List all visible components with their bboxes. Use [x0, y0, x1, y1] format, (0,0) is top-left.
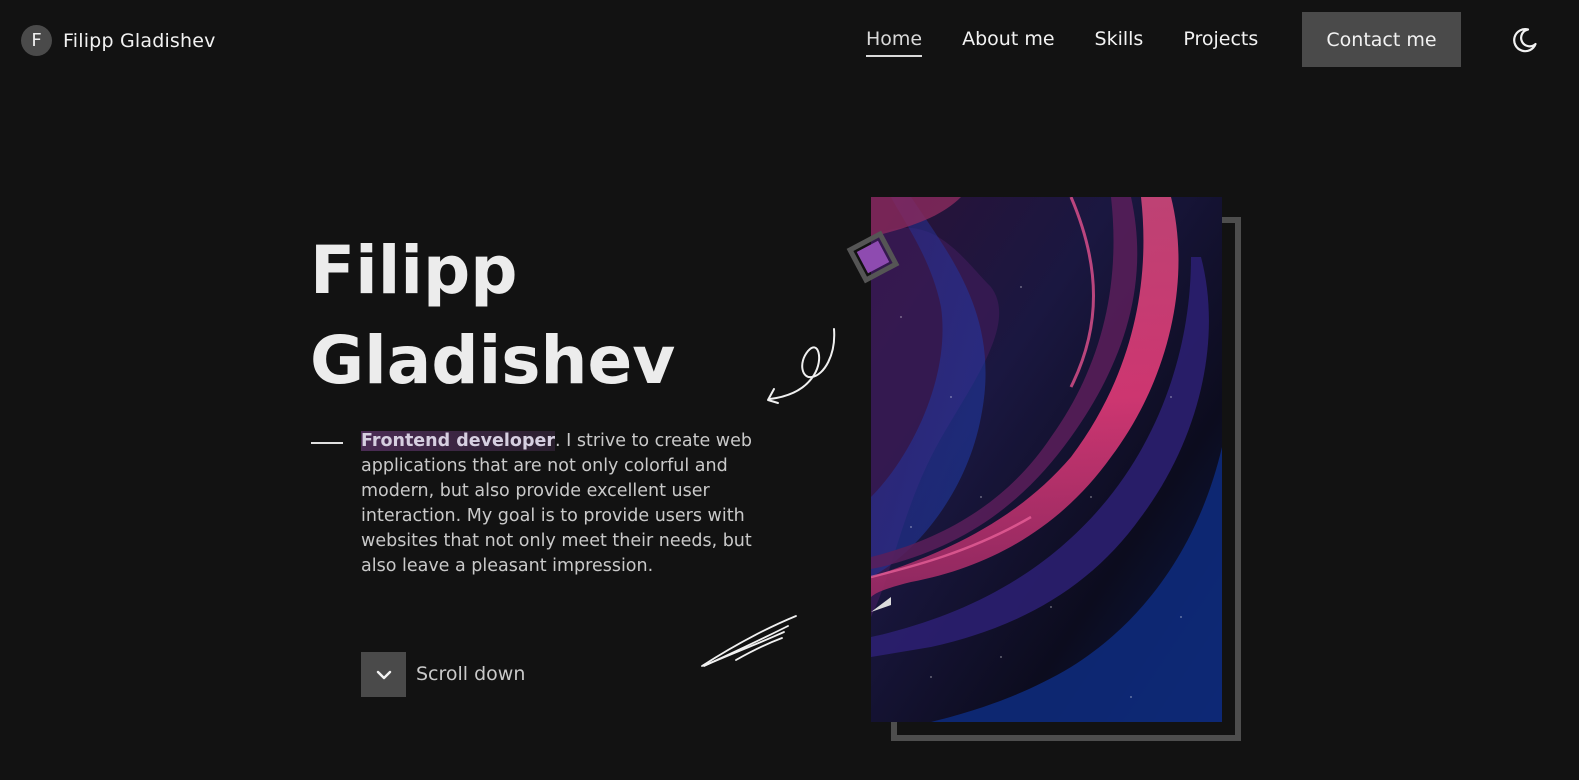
scribble-doodle	[701, 615, 797, 667]
contact-button[interactable]: Contact me	[1302, 12, 1461, 67]
site-header: F Filipp Gladishev Home About me Skills …	[0, 0, 1579, 80]
decorative-square-shape	[846, 230, 900, 284]
nav-home-link[interactable]: Home	[866, 27, 923, 57]
brand-avatar: F	[21, 25, 52, 56]
moon-icon	[1513, 28, 1537, 53]
role-highlight: Frontend developer	[361, 431, 555, 451]
main-nav: Home About me Skills Projects	[866, 27, 1298, 57]
brand-name: Filipp Gladishev	[63, 29, 216, 52]
nav-projects-link[interactable]: Projects	[1183, 27, 1258, 57]
scroll-down-button[interactable]	[361, 652, 406, 697]
nav-about-link[interactable]: About me	[962, 27, 1054, 57]
chevron-down-icon	[376, 670, 391, 679]
abstract-fluid-art-image	[871, 197, 1222, 722]
curly-arrow-doodle	[767, 328, 836, 404]
brand[interactable]: F Filipp Gladishev	[21, 25, 216, 56]
hero-title-first-name: Filipp	[310, 232, 518, 309]
scroll-down-label[interactable]: Scroll down	[416, 663, 525, 685]
hero-title: Filipp Gladishev	[310, 226, 675, 406]
hero-title-last-name: Gladishev	[310, 322, 676, 399]
nav-skills-link[interactable]: Skills	[1095, 27, 1144, 57]
description-dash	[311, 442, 343, 444]
theme-toggle-button[interactable]	[1511, 26, 1539, 54]
description-text: . I strive to create web applications th…	[361, 431, 752, 576]
hero-description: Frontend developer. I strive to create w…	[361, 429, 771, 579]
